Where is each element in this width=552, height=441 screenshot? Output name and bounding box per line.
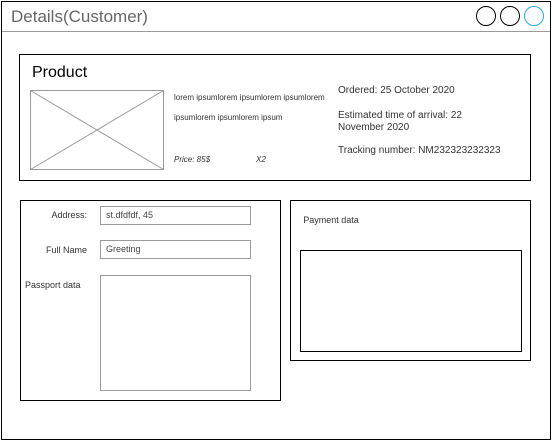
image-placeholder-icon (30, 90, 164, 170)
product-panel: Product lorem ipsumlorem ipsumlorem ipsu… (19, 54, 531, 181)
address-field[interactable]: st.dfdfdf, 45 (100, 206, 251, 225)
tracking-number: Tracking number: NM232323232323 (338, 145, 501, 156)
product-price: Price: 85$ (174, 155, 211, 164)
ordered-date: Ordered: 25 October 2020 (338, 85, 455, 96)
estimated-arrival: Estimated time of arrival: 22 November 2… (338, 110, 462, 133)
address-label: Address: (51, 210, 87, 220)
maximize-button[interactable] (500, 6, 520, 26)
full-name-label: Full Name (45, 245, 87, 255)
payment-label: Payment data (303, 215, 359, 225)
full-name-field[interactable]: Greeting (100, 240, 251, 259)
product-description-line-1: lorem ipsumlorem ipsumlorem ipsumlorem (174, 93, 325, 102)
window-title: Details(Customer) (11, 7, 148, 26)
payment-panel: Payment data (290, 200, 531, 361)
title-bar: Details(Customer) (2, 2, 550, 32)
minimize-button[interactable] (476, 6, 496, 26)
passport-field[interactable] (100, 275, 251, 391)
product-description-line-2: ipsumlorem ipsumlorem ipsum (174, 113, 283, 122)
customer-form: Address: st.dfdfdf, 45 Full Name Greetin… (20, 200, 281, 401)
close-button[interactable] (524, 6, 544, 26)
passport-label: Passport data (25, 280, 81, 290)
product-heading: Product (32, 64, 88, 81)
product-quantity: X2 (256, 155, 266, 164)
payment-data-area[interactable] (300, 250, 522, 352)
